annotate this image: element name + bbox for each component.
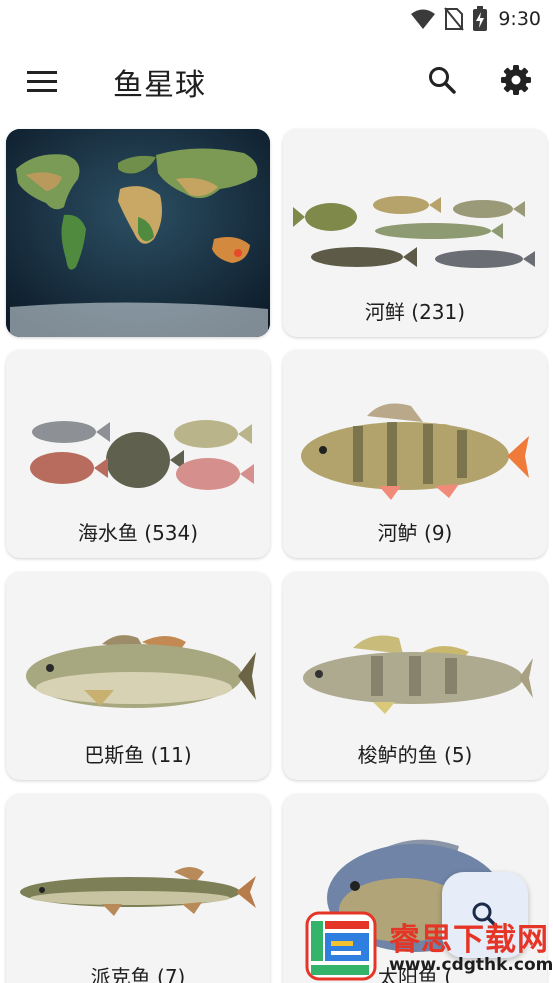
menu-icon — [27, 71, 57, 92]
category-card-freshwater[interactable]: 河鲜 (231) — [283, 129, 547, 337]
watermark-logo-icon — [305, 911, 377, 981]
status-icons: 9:30 — [410, 6, 541, 32]
search-icon — [429, 67, 456, 94]
category-label: 巴斯鱼 (11) — [84, 743, 192, 767]
category-card-pike[interactable]: 派克鱼 (7) — [6, 794, 270, 983]
category-label: 河鲜 (231) — [364, 300, 466, 324]
menu-button[interactable] — [18, 58, 66, 106]
gear-icon — [501, 65, 531, 95]
world-map-image — [6, 129, 270, 337]
bass-image — [26, 635, 256, 708]
wifi-icon — [411, 9, 436, 29]
settings-button[interactable] — [492, 56, 540, 104]
category-card-zander[interactable]: 梭鲈的鱼 (5) — [283, 572, 547, 780]
battery-charging-icon — [473, 6, 488, 31]
search-button[interactable] — [418, 56, 466, 104]
category-card-bass[interactable]: 巴斯鱼 (11) — [6, 572, 270, 780]
zander-image — [303, 635, 533, 714]
category-card-perch[interactable]: 河鲈 (9) — [283, 350, 547, 558]
freshwater-fish-group-image — [293, 196, 535, 268]
category-label: 河鲈 (9) — [377, 521, 453, 545]
perch-image — [301, 403, 529, 500]
category-label: 梭鲈的鱼 (5) — [357, 743, 473, 767]
watermark-title: 睿思下载网 — [389, 922, 549, 958]
app-title: 鱼星球 — [113, 68, 206, 103]
pike-image — [20, 867, 256, 916]
watermark: 睿思下载网 www.cdgthk.com — [305, 908, 553, 983]
category-label: 派克鱼 (7) — [90, 965, 186, 983]
app-bar: 鱼星球 — [0, 40, 553, 122]
watermark-url: www.cdgthk.com — [389, 955, 553, 975]
category-label: 海水鱼 (534) — [77, 521, 199, 545]
saltwater-fish-group-image — [30, 420, 254, 490]
category-card-saltwater[interactable]: 海水鱼 (534) — [6, 350, 270, 558]
world-map-card[interactable] — [6, 129, 270, 337]
no-sim-icon — [444, 7, 465, 31]
status-bar: 9:30 — [0, 0, 553, 40]
status-time: 9:30 — [498, 8, 541, 30]
